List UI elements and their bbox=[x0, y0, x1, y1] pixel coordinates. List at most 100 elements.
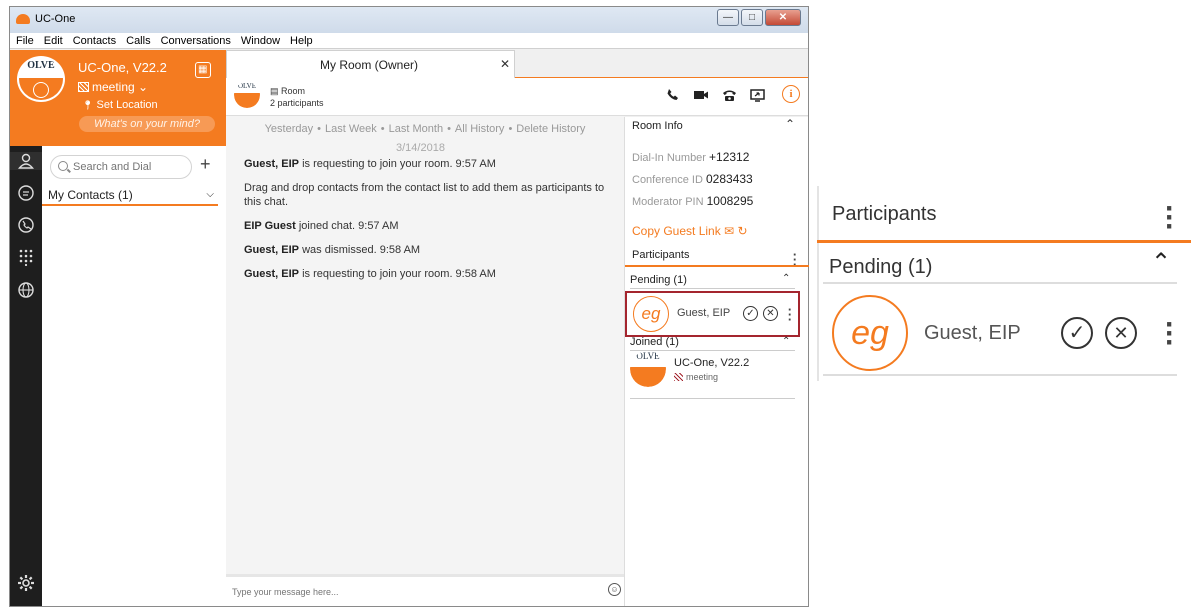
pending-header: Pending (1) bbox=[630, 274, 687, 286]
chevron-up-icon[interactable]: ⌃ bbox=[782, 336, 790, 347]
room-info-icon[interactable]: i bbox=[782, 85, 800, 103]
menu-window[interactable]: Window bbox=[236, 33, 285, 49]
history-separator: • bbox=[380, 123, 385, 135]
conference-phone-icon[interactable] bbox=[722, 88, 737, 105]
menu-file[interactable]: File bbox=[10, 33, 39, 49]
search-icon bbox=[58, 161, 68, 171]
dial-in-number: Dial-In Number +12312 bbox=[632, 150, 749, 164]
history-separator: • bbox=[317, 123, 321, 135]
close-button[interactable]: ✕ bbox=[765, 9, 801, 26]
message-text: was dismissed. 9:58 AM bbox=[299, 244, 421, 256]
participants-header: Participants bbox=[632, 249, 690, 261]
screen-share-icon[interactable] bbox=[749, 88, 765, 105]
search-box[interactable] bbox=[50, 155, 192, 179]
message-text: Drag and drop contacts from the contact … bbox=[244, 182, 605, 208]
moderator-label: Moderator PIN bbox=[632, 196, 704, 208]
history-all-link[interactable]: All History bbox=[455, 123, 505, 135]
menu-calls[interactable]: Calls bbox=[121, 33, 155, 49]
date-separator: 3/14/2018 bbox=[396, 142, 445, 154]
phone-call-icon[interactable] bbox=[666, 88, 680, 105]
zoom-guest-name: Guest, EIP bbox=[924, 322, 1021, 344]
zoom-reject-x-icon: ✕ bbox=[1105, 317, 1137, 349]
add-contact-plus-icon[interactable]: + bbox=[200, 154, 211, 175]
window-title: UC-One bbox=[35, 13, 76, 25]
message-sender: Guest, EIP bbox=[244, 244, 300, 256]
settings-gear-icon[interactable] bbox=[17, 574, 35, 592]
tab-bar: My Room (Owner) ✕ bbox=[226, 50, 808, 78]
presence-status-dropdown[interactable]: meeting ⌄ bbox=[78, 80, 148, 94]
chat-area: My Room (Owner) ✕ OLVE ▤ Room 2 particip… bbox=[226, 50, 808, 606]
conference-label: Conference ID bbox=[632, 174, 703, 186]
zoom-callout: Participants · · · Pending (1) ⌃ eg Guest,… bbox=[817, 186, 1191, 381]
menu-conversations[interactable]: Conversations bbox=[156, 33, 236, 49]
minimize-button[interactable]: — bbox=[717, 9, 739, 26]
contacts-pane: + My Contacts (1) ⌵ bbox=[42, 146, 226, 606]
chevron-up-icon[interactable]: ⌃ bbox=[782, 273, 790, 284]
room-avatar: OLVE bbox=[234, 82, 260, 108]
room-participant-count: 2 participants bbox=[270, 98, 324, 108]
presence-status-label: meeting bbox=[92, 80, 135, 94]
set-location-link[interactable]: 📍︎ Set Location bbox=[82, 99, 158, 111]
profile-name: UC-One, V22.2 bbox=[78, 60, 167, 75]
emoji-icon[interactable]: ☺ bbox=[608, 583, 621, 596]
menu-edit[interactable]: Edit bbox=[39, 33, 68, 49]
history-separator: • bbox=[447, 123, 451, 135]
my-contacts-group[interactable]: My Contacts (1) ⌵ bbox=[42, 184, 218, 206]
profile-header: OLVE UC-One, V22.2 meeting ⌄ 📍︎ Set Loca… bbox=[10, 50, 226, 146]
pending-participant-name: Guest, EIP bbox=[677, 307, 731, 319]
refresh-icon[interactable]: ↻ bbox=[737, 224, 747, 238]
history-yesterday-link[interactable]: Yesterday bbox=[265, 123, 314, 135]
joined-avatar-emblem bbox=[630, 367, 666, 387]
copy-guest-link[interactable]: Copy Guest Link ✉︎ ↻ bbox=[632, 224, 748, 238]
pending-more-icon[interactable]: · · · bbox=[787, 303, 793, 326]
chat-message: EIP Guest joined chat. 9:57 AM bbox=[244, 219, 614, 233]
message-list: Guest, EIP is requesting to join your ro… bbox=[244, 157, 614, 291]
history-delete-link[interactable]: Delete History bbox=[516, 123, 585, 135]
message-input[interactable] bbox=[232, 584, 592, 600]
my-room-icon[interactable] bbox=[195, 62, 211, 78]
dial-in-label: Dial-In Number bbox=[632, 152, 706, 164]
whats-on-your-mind-input[interactable]: What's on your mind? bbox=[79, 116, 215, 132]
room-info-header: Room Info bbox=[632, 120, 683, 132]
tab-close-icon[interactable]: ✕ bbox=[500, 57, 510, 71]
globe-nav-icon[interactable] bbox=[17, 281, 35, 299]
maximize-button[interactable]: □ bbox=[741, 9, 763, 26]
email-icon[interactable]: ✉︎ bbox=[724, 224, 734, 238]
message-sender: Guest, EIP bbox=[244, 268, 300, 280]
nav-rail bbox=[10, 146, 42, 606]
message-text: is requesting to join your room. 9:57 AM bbox=[299, 158, 496, 170]
zoom-guest-avatar: eg bbox=[832, 295, 908, 371]
joined-status-label: meeting bbox=[686, 372, 719, 382]
menu-help[interactable]: Help bbox=[285, 33, 318, 49]
zoom-pending-header: Pending (1) bbox=[829, 256, 933, 278]
title-bar: UC-One — □ ✕ bbox=[10, 7, 808, 33]
set-location-label: Set Location bbox=[96, 99, 158, 111]
search-and-dial-input[interactable] bbox=[73, 159, 188, 175]
joined-participant-avatar: OLVE bbox=[630, 351, 666, 387]
history-last-month-link[interactable]: Last Month bbox=[389, 123, 443, 135]
video-call-icon[interactable] bbox=[693, 88, 709, 105]
dialpad-nav-icon[interactable] bbox=[17, 248, 35, 267]
room-type-label: Room bbox=[281, 86, 306, 96]
chat-nav-icon[interactable] bbox=[17, 184, 35, 202]
left-panel: OLVE UC-One, V22.2 meeting ⌄ 📍︎ Set Loca… bbox=[10, 50, 226, 606]
my-contacts-label: My Contacts (1) bbox=[48, 188, 133, 202]
menu-bar: File Edit Contacts Calls Conversations Window… bbox=[10, 33, 808, 49]
contacts-nav-icon[interactable] bbox=[10, 152, 42, 170]
chevron-up-icon[interactable]: ⌃ bbox=[785, 117, 795, 131]
reject-x-icon[interactable]: ✕ bbox=[763, 306, 778, 321]
moderator-pin: Moderator PIN 1008295 bbox=[632, 194, 753, 208]
message-text: is requesting to join your room. 9:58 AM bbox=[299, 268, 496, 280]
history-last-week-link[interactable]: Last Week bbox=[325, 123, 377, 135]
tab-my-room[interactable]: My Room (Owner) ✕ bbox=[226, 50, 515, 78]
accept-check-icon[interactable]: ✓ bbox=[743, 306, 758, 321]
menu-contacts[interactable]: Contacts bbox=[68, 33, 121, 49]
call-history-nav-icon[interactable] bbox=[17, 216, 35, 234]
chevron-down-icon: ⌵ bbox=[206, 189, 214, 200]
chat-message: Guest, EIP was dismissed. 9:58 AM bbox=[244, 243, 614, 257]
meeting-status-icon bbox=[78, 82, 89, 92]
profile-avatar[interactable]: OLVE bbox=[17, 56, 65, 102]
callout-left-border bbox=[817, 186, 819, 381]
zoom-chevron-up-icon: ⌃ bbox=[1151, 249, 1172, 276]
room-avatar-emblem bbox=[234, 93, 260, 108]
